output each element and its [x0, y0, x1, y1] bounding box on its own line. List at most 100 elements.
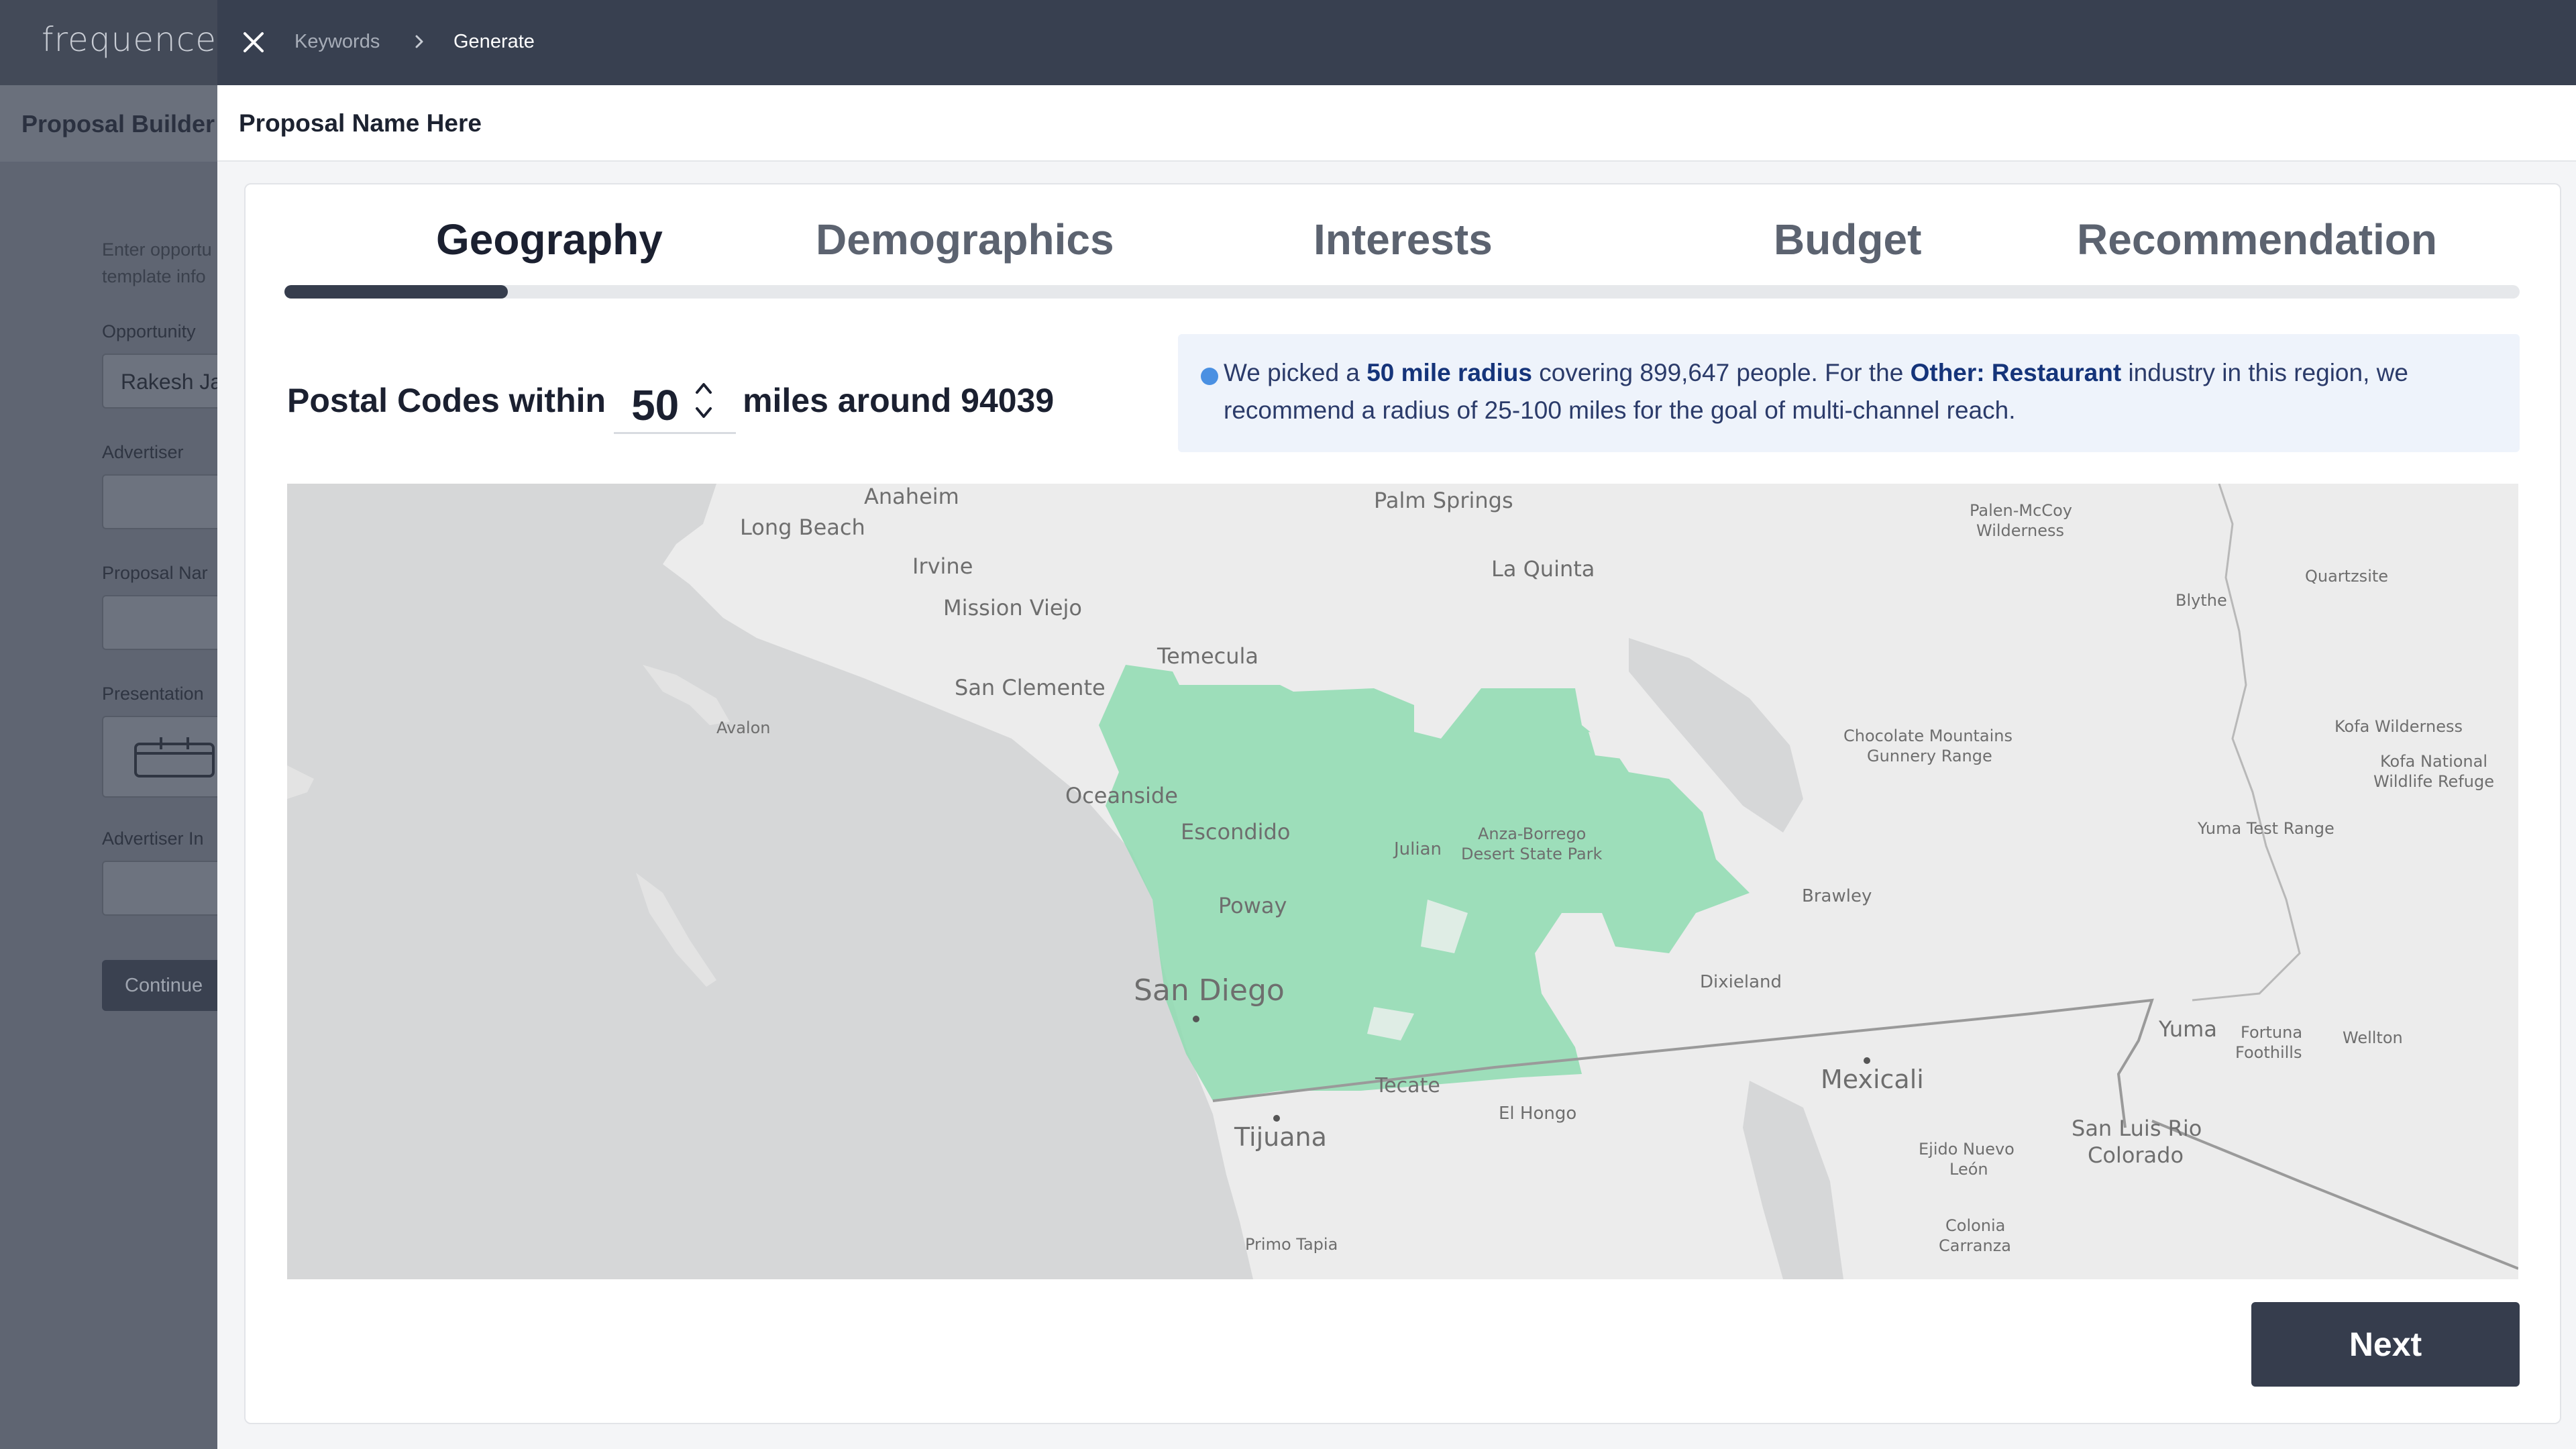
map-label: Brawley [1802, 886, 1872, 906]
wizard-card: Geography Demographics Interests Budget … [244, 183, 2561, 1424]
map-label: Long Beach [740, 515, 865, 540]
map-label: San Diego [1134, 973, 1285, 1008]
colorado-river [2192, 484, 2301, 1002]
proposal-name-label: Proposal Nar [102, 563, 208, 583]
map-label: Colonia [1945, 1216, 2006, 1235]
step-recommendation[interactable]: Recommendation [2077, 215, 2437, 264]
info-industry-highlight: Other: Restaurant [1910, 359, 2122, 386]
map-label: Anaheim [864, 484, 959, 509]
postal-radius-row: Postal Codes within 50 miles around 9403… [287, 367, 1054, 434]
frequence-logo: frequence [42, 20, 217, 59]
map-label: Wellton [2343, 1028, 2403, 1047]
ocean [287, 484, 1253, 1279]
presentation-label: Presentation [102, 684, 204, 704]
city-dot [1193, 1016, 1199, 1022]
map-label: Quartzsite [2305, 567, 2389, 586]
map-label: Fortuna [2241, 1023, 2303, 1042]
breadcrumb-generate: Generate [453, 31, 535, 52]
postal-prefix: Postal Codes within [287, 382, 606, 419]
map-label: Foothills [2235, 1043, 2302, 1062]
map-label: Kofa Wilderness [2334, 717, 2463, 736]
laguna [1743, 1081, 1843, 1279]
advertiser-industry-field[interactable] [102, 861, 217, 916]
step-geography[interactable]: Geography [436, 215, 663, 264]
step-budget[interactable]: Budget [1774, 215, 1921, 264]
chevron-right-icon [415, 35, 423, 48]
map-label: Tijuana [1234, 1122, 1327, 1152]
map-label: León [1949, 1160, 1988, 1179]
state-border [2151, 1120, 2518, 1270]
proposal-name: Proposal Name Here [239, 109, 482, 137]
chevron-up-icon[interactable] [692, 378, 716, 398]
proposal-name-field[interactable] [102, 595, 217, 650]
map-label: Desert State Park [1461, 845, 1603, 863]
builder-help-line: Enter opportu [102, 239, 212, 260]
opportunity-value: Rakesh Ja [121, 370, 217, 394]
builder-title: Proposal Builder [21, 110, 215, 138]
map-label: Carranza [1939, 1236, 2011, 1255]
progress-track [284, 285, 2520, 299]
map-label: Palm Springs [1374, 488, 1513, 513]
generate-modal: Proposal Name Here Geography Demographic… [217, 85, 2576, 1449]
coverage-area [1099, 665, 1750, 1101]
map-label: Temecula [1157, 643, 1259, 669]
map-label: Wilderness [1976, 521, 2064, 540]
map-label: Chocolate Mountains [1843, 727, 2013, 745]
map-label: Yuma [2159, 1016, 2217, 1042]
info-radius-highlight: 50 mile radius [1366, 359, 1532, 386]
info-dot-icon [1201, 368, 1218, 385]
advertiser-industry-label: Advertiser In [102, 828, 204, 849]
builder-help-text: Enter opportu template info [102, 236, 212, 290]
map-label: Kofa National [2380, 752, 2488, 771]
chevron-down-icon[interactable] [692, 403, 716, 423]
map-label: Colorado [2088, 1142, 2184, 1168]
map-label: Poway [1218, 893, 1287, 918]
map-label: La Quinta [1491, 556, 1595, 582]
map-label: Avalon [716, 718, 771, 737]
presentation-picker[interactable] [102, 716, 217, 798]
map-label: Julian [1394, 839, 1442, 859]
radius-value: 50 [631, 381, 680, 429]
map-label: Mexicali [1821, 1065, 1924, 1094]
opportunity-field[interactable]: Rakesh Ja [102, 354, 217, 409]
progress-fill [284, 285, 508, 299]
postal-suffix: miles around 94039 [743, 382, 1055, 419]
logo-area: frequence [0, 0, 217, 85]
map-label: Palen-McCoy [1970, 501, 2072, 520]
recommendation-text: We picked a 50 mile radius covering 899,… [1224, 354, 2485, 429]
presentation-template-icon [134, 737, 215, 777]
map-label: Tecate [1375, 1074, 1440, 1097]
map-label: Escondido [1181, 819, 1291, 845]
map-label: Gunnery Range [1867, 747, 1992, 765]
proposal-header: Proposal Name Here [217, 85, 2576, 162]
map-label: Yuma Test Range [2198, 819, 2334, 838]
city-dot [1273, 1115, 1280, 1122]
opportunity-label: Opportunity [102, 321, 196, 341]
radius-stepper[interactable]: 50 [614, 367, 737, 434]
map-label: San Clemente [955, 675, 1106, 700]
map-label: Dixieland [1700, 972, 1782, 992]
map-label: Mission Viejo [943, 595, 1082, 621]
radius-recommendation-box: We picked a 50 mile radius covering 899,… [1178, 334, 2520, 452]
map-label: Wildlife Refuge [2373, 772, 2494, 791]
city-dot [1864, 1057, 1870, 1064]
map-label: Ejido Nuevo [1919, 1140, 2015, 1159]
map-label: Blythe [2176, 591, 2227, 610]
next-button[interactable]: Next [2251, 1302, 2520, 1387]
close-icon[interactable] [238, 27, 269, 58]
builder-help-line: template info [102, 266, 206, 286]
map-label: San Luis Rio [2072, 1116, 2202, 1141]
step-interests[interactable]: Interests [1313, 215, 1493, 264]
map-label: Irvine [912, 553, 973, 579]
info-text-part: We picked a [1224, 359, 1367, 386]
info-text-part: covering 899,647 people. For the [1532, 359, 1911, 386]
coverage-map[interactable]: Anaheim Long Beach Irvine Mission Viejo … [287, 484, 2518, 1279]
map-label: Anza-Borrego [1478, 824, 1587, 843]
builder-header: Proposal Builder [0, 85, 217, 162]
breadcrumb-keywords[interactable]: Keywords [294, 31, 380, 53]
step-demographics[interactable]: Demographics [816, 215, 1114, 264]
map-label: Oceanside [1065, 783, 1178, 808]
map-label: Primo Tapia [1245, 1235, 1338, 1254]
advertiser-field[interactable] [102, 474, 217, 529]
continue-button[interactable]: Continue [102, 960, 217, 1011]
